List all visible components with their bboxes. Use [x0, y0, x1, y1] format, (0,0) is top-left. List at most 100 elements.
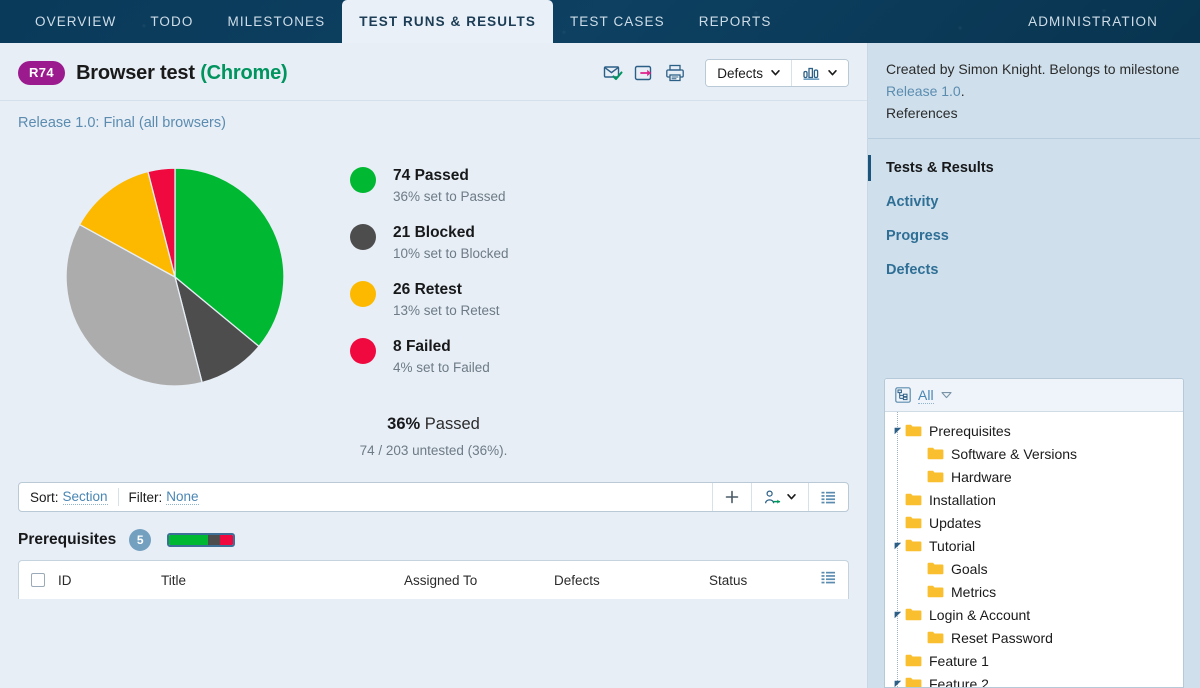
- legend-title-passed: 74 Passed: [393, 167, 506, 185]
- select-all-checkbox[interactable]: [31, 573, 45, 587]
- tree-scope-all-link[interactable]: All: [918, 387, 934, 404]
- expand-arrow-icon[interactable]: [891, 542, 905, 550]
- tree-node-prerequisites[interactable]: Prerequisites: [885, 419, 1183, 442]
- run-name-text: Browser test: [76, 61, 195, 84]
- column-options-button[interactable]: [808, 483, 848, 511]
- legend-sub-failed: 4% set to Failed: [393, 360, 490, 375]
- filter-label: Filter:: [128, 489, 163, 505]
- summary-percent: 36%: [387, 415, 421, 433]
- tree-node-feature-2[interactable]: Feature 2: [885, 672, 1183, 688]
- nav-item-todo[interactable]: TODO: [133, 0, 210, 43]
- legend-title-failed: 8 Failed: [393, 338, 490, 356]
- top-nav-items: OVERVIEW TODO MILESTONES TEST RUNS & RES…: [0, 0, 788, 43]
- table-column-options-button[interactable]: [821, 571, 836, 589]
- column-header-defects[interactable]: Defects: [554, 573, 709, 588]
- columns-icon: [821, 491, 835, 503]
- chart-view-dropdown[interactable]: [791, 60, 848, 86]
- legend-item-blocked: 21 Blocked 10% set to Blocked: [350, 224, 509, 261]
- nav-item-administration[interactable]: ADMINISTRATION: [1016, 14, 1170, 29]
- legend-status-passed: Passed: [414, 167, 469, 184]
- expand-arrow-icon[interactable]: [891, 611, 905, 619]
- legend-sub-passed: 36% set to Passed: [393, 189, 506, 204]
- section-progress-bar: [167, 533, 236, 547]
- column-header-assigned-to[interactable]: Assigned To: [404, 573, 554, 588]
- tree-node-feature-1[interactable]: Feature 1: [885, 649, 1183, 672]
- export-arrow-icon[interactable]: [634, 63, 654, 83]
- sidebar-item-activity[interactable]: Activity: [868, 185, 1200, 219]
- defects-dropdown[interactable]: Defects: [706, 60, 791, 86]
- tree-node-metrics[interactable]: Metrics: [885, 580, 1183, 603]
- nav-item-milestones[interactable]: MILESTONES: [210, 0, 342, 43]
- legend-status-blocked: Blocked: [414, 224, 475, 241]
- legend-dot-blocked: [350, 224, 376, 250]
- section-header-prerequisites[interactable]: Prerequisites 5: [0, 512, 867, 560]
- results-summary: 36% Passed 74 / 203 untested (36%).: [0, 415, 867, 458]
- nav-item-overview[interactable]: OVERVIEW: [18, 0, 133, 43]
- page-body: R74 Browser test (Chrome) Defects Releas…: [0, 43, 1200, 688]
- legend-sub-blocked: 10% set to Blocked: [393, 246, 509, 261]
- progress-segment-passed: [169, 535, 208, 545]
- run-header: R74 Browser test (Chrome) Defects: [0, 43, 867, 101]
- folder-icon: [905, 654, 922, 667]
- filter-value-link[interactable]: None: [166, 489, 199, 505]
- summary-detail: 74 / 203 untested (36%).: [359, 443, 508, 458]
- tree-node-tutorial[interactable]: Tutorial: [885, 534, 1183, 557]
- legend-count-failed: 8: [393, 338, 402, 355]
- legend-dot-failed: [350, 338, 376, 364]
- sidebar-item-progress[interactable]: Progress: [868, 219, 1200, 253]
- chevron-down-icon: [828, 70, 837, 76]
- caret-down-icon[interactable]: [941, 391, 952, 399]
- nav-item-test-runs-and-results[interactable]: TEST RUNS & RESULTS: [342, 0, 553, 43]
- add-test-button[interactable]: [712, 483, 751, 511]
- tests-table: ID Title Assigned To Defects Status: [18, 560, 849, 599]
- tree-node-hardware[interactable]: Hardware: [885, 465, 1183, 488]
- progress-segment-blocked: [207, 535, 221, 545]
- milestone-link[interactable]: Release 1.0: [886, 83, 961, 99]
- column-header-title[interactable]: Title: [161, 573, 404, 588]
- sort-filter-text: Sort: Section Filter: None: [19, 483, 712, 511]
- printer-icon[interactable]: [665, 63, 685, 83]
- column-header-status[interactable]: Status: [709, 573, 821, 588]
- summary-label: Passed: [424, 415, 480, 433]
- column-header-id[interactable]: ID: [58, 573, 161, 588]
- tree-node-goals[interactable]: Goals: [885, 557, 1183, 580]
- tree-node-login-and-account[interactable]: Login & Account: [885, 603, 1183, 626]
- tree-node-software-and-versions[interactable]: Software & Versions: [885, 442, 1183, 465]
- legend-item-retest: 26 Retest 13% set to Retest: [350, 281, 509, 318]
- section-tree-panel: All Prerequisites Software & Versions Ha…: [884, 378, 1184, 688]
- tree-hierarchy-icon[interactable]: [895, 387, 911, 403]
- top-nav-right: ADMINISTRATION: [1016, 0, 1200, 43]
- tree-node-list: Prerequisites Software & Versions Hardwa…: [885, 412, 1183, 688]
- pie-chart-svg: [65, 167, 285, 387]
- main-content-column: R74 Browser test (Chrome) Defects Releas…: [0, 43, 868, 688]
- summary-headline: 36% Passed: [0, 415, 867, 434]
- run-environment-text: (Chrome): [200, 61, 288, 84]
- tree-node-label: Prerequisites: [929, 422, 1011, 439]
- tree-node-label: Goals: [951, 560, 988, 577]
- folder-icon: [905, 516, 922, 529]
- folder-icon: [927, 447, 944, 460]
- pie-chart: [0, 155, 350, 399]
- folder-icon: [905, 608, 922, 621]
- nav-item-test-cases[interactable]: TEST CASES: [553, 0, 682, 43]
- tree-node-updates[interactable]: Updates: [885, 511, 1183, 534]
- tree-toolbar: All: [885, 379, 1183, 412]
- tree-node-reset-password[interactable]: Reset Password: [885, 626, 1183, 649]
- tree-node-label: Hardware: [951, 468, 1012, 485]
- nav-item-reports[interactable]: REPORTS: [682, 0, 789, 43]
- run-description-suffix: .: [960, 83, 965, 99]
- envelope-check-icon[interactable]: [603, 63, 623, 83]
- tree-node-label: Software & Versions: [951, 445, 1078, 462]
- sidebar-item-defects[interactable]: Defects: [868, 253, 1200, 287]
- pie-slices: [65, 167, 285, 387]
- assign-dropdown-button[interactable]: [751, 483, 808, 511]
- columns-icon: [821, 571, 835, 584]
- expand-arrow-icon[interactable]: [891, 680, 905, 688]
- expand-arrow-icon[interactable]: [891, 427, 905, 435]
- tree-node-installation[interactable]: Installation: [885, 488, 1183, 511]
- sort-value-link[interactable]: Section: [62, 489, 108, 505]
- tree-node-label: Feature 2: [929, 675, 989, 688]
- sidebar-item-tests-and-results[interactable]: Tests & Results: [868, 151, 1200, 185]
- breadcrumb[interactable]: Release 1.0: Final (all browsers): [0, 101, 867, 137]
- chevron-down-icon: [771, 70, 780, 76]
